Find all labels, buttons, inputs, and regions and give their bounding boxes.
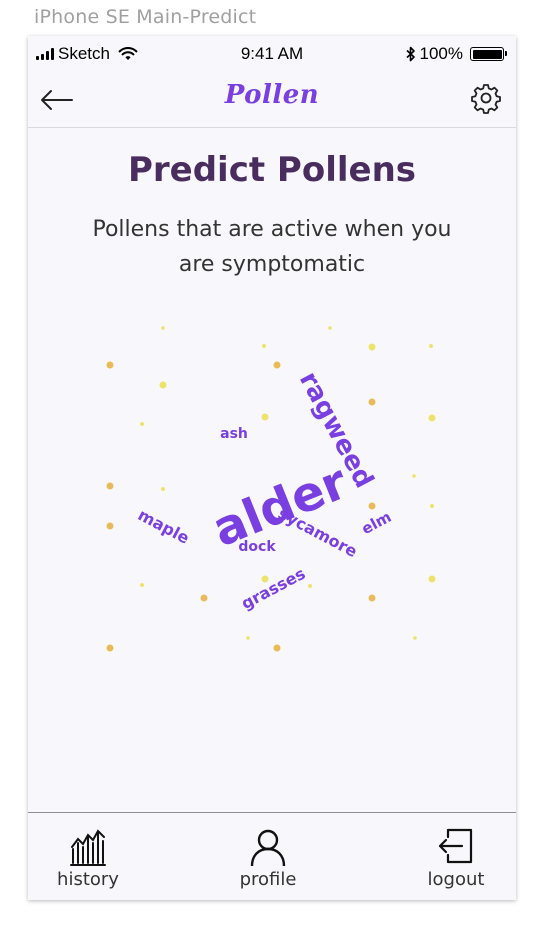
pollen-dot	[106, 644, 114, 652]
pollen-dot	[140, 422, 144, 426]
pollen-dot	[261, 413, 269, 421]
pollen-dot	[273, 361, 281, 369]
tab-history[interactable]: history	[28, 813, 148, 900]
tab-label-logout: logout	[427, 869, 485, 890]
word-dock[interactable]: dock	[238, 539, 276, 555]
pollen-dot	[368, 343, 376, 351]
pollen-dot	[368, 398, 376, 406]
battery-percent: 100%	[419, 44, 463, 63]
pollen-dot	[246, 636, 250, 640]
page-subtitle: Pollens that are active when you are sym…	[92, 217, 452, 277]
battery-fill	[472, 49, 502, 59]
pollen-dot	[308, 584, 312, 588]
pollen-dot	[428, 575, 436, 583]
tab-label-history: history	[57, 869, 119, 890]
pollen-dot	[430, 504, 434, 508]
settings-button[interactable]	[470, 82, 502, 114]
battery-icon	[470, 47, 507, 61]
status-bar: Sketch 9:41 AM 100%	[28, 36, 516, 72]
word-cloud-canvas: ash alder ragweed maple dock sycamore el…	[106, 326, 436, 652]
nav-bar: Pollen	[28, 72, 516, 128]
pollen-dot	[413, 636, 417, 640]
tab-label-profile: profile	[239, 869, 297, 890]
pollen-dot	[368, 502, 376, 510]
chart-icon	[70, 829, 106, 866]
phone-screen: Sketch 9:41 AM 100% Pollen Predict Polle…	[28, 36, 516, 900]
pollen-dot	[106, 482, 114, 490]
pollen-dot	[161, 326, 165, 330]
app-logo: Pollen	[224, 80, 320, 110]
word-elm[interactable]: elm	[359, 508, 395, 538]
pollen-dot	[412, 474, 416, 478]
pollen-dot	[106, 522, 114, 530]
pollen-dot	[200, 594, 208, 602]
pollen-dot	[328, 326, 332, 330]
pollen-word-cloud: ash alder ragweed maple dock sycamore el…	[28, 276, 516, 696]
pollen-dot	[429, 344, 433, 348]
tab-logout[interactable]: logout	[396, 813, 516, 900]
word-maple[interactable]: maple	[135, 505, 193, 548]
pollen-dot	[161, 487, 165, 491]
tab-profile[interactable]: profile	[208, 813, 328, 900]
pollen-dot	[428, 414, 436, 422]
word-grasses[interactable]: grasses	[238, 564, 308, 613]
tab-bar: history profile logout	[28, 812, 516, 900]
pollen-dot	[159, 381, 167, 389]
pollen-dot	[140, 583, 144, 587]
gear-icon	[471, 84, 501, 114]
word-ash[interactable]: ash	[220, 426, 248, 442]
pollen-dot	[262, 344, 266, 348]
pollen-dot	[368, 594, 376, 602]
status-right: 100%	[405, 44, 507, 64]
page-title: Predict Pollens	[127, 150, 417, 190]
logout-icon	[438, 828, 473, 864]
artboard-title: iPhone SE Main-Predict	[34, 6, 257, 28]
pollen-dot	[106, 361, 114, 369]
user-icon	[250, 829, 286, 867]
bluetooth-icon	[405, 46, 415, 62]
pollen-dot	[273, 644, 281, 652]
